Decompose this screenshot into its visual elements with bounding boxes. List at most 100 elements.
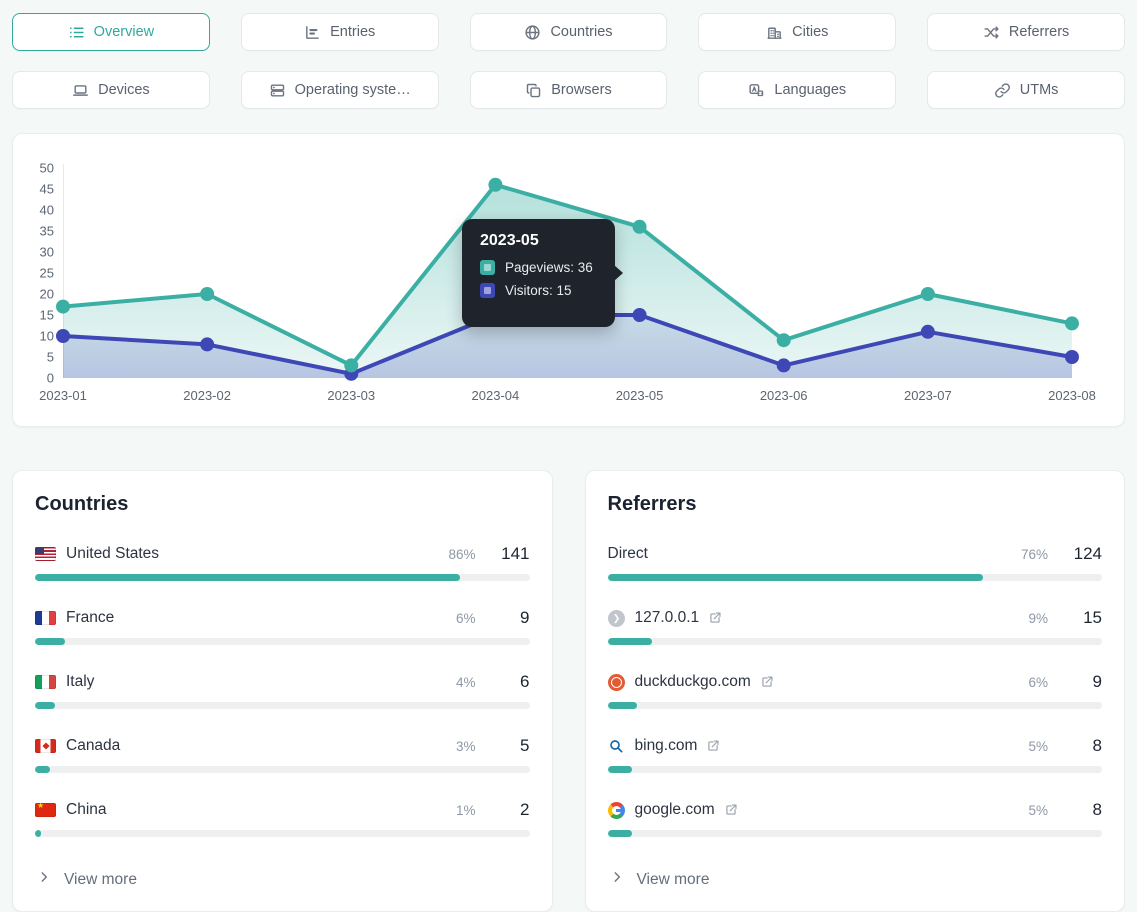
visitors-point-2023-01[interactable] (56, 329, 70, 343)
y-axis-tick: 40 (40, 203, 54, 218)
referrer-row: Direct76%124 (608, 544, 1103, 581)
pageviews-point-2023-02[interactable] (200, 287, 214, 301)
tab-label: Entries (330, 24, 375, 40)
tab-languages[interactable]: Languages (698, 71, 896, 109)
referrers-view-more-button[interactable]: View more (608, 864, 1103, 897)
visitors-point-2023-06[interactable] (777, 358, 791, 372)
tab-referrers[interactable]: Referrers (927, 13, 1125, 51)
row-value: 2 (486, 800, 530, 820)
row-percent: 5% (1002, 803, 1048, 818)
row-percent: 4% (430, 675, 476, 690)
summary-cards-row: Countries United States86%141France6%9It… (12, 470, 1125, 912)
row-value: 6 (486, 672, 530, 692)
row-percent: 76% (1002, 547, 1048, 562)
row-value: 5 (486, 736, 530, 756)
visitors-swatch-icon (480, 283, 495, 298)
y-axis-tick: 15 (40, 308, 54, 323)
countries-list: United States86%141France6%9Italy4%6Cana… (35, 544, 530, 837)
countrie-row: Italy 4% 6 (35, 672, 530, 709)
pageviews-point-2023-08[interactable] (1065, 316, 1079, 330)
windows-icon (525, 82, 542, 99)
referrers-card-title: Referrers (608, 493, 1103, 516)
progress-bar-fill (35, 638, 65, 645)
x-axis-tick: 2023-04 (472, 388, 520, 403)
chevron-right-icon (37, 870, 51, 889)
flag-ca-icon (35, 739, 56, 753)
x-axis-tick: 2023-07 (904, 388, 952, 403)
pageviews-point-2023-07[interactable] (921, 287, 935, 301)
tab-entries[interactable]: Entries (241, 13, 439, 51)
row-percent: 5% (1002, 739, 1048, 754)
row-percent: 9% (1002, 611, 1048, 626)
y-axis-tick: 45 (40, 182, 54, 197)
row-value: 8 (1058, 800, 1102, 820)
pageviews-point-2023-05[interactable] (633, 220, 647, 234)
external-link-icon[interactable] (708, 611, 722, 625)
x-axis-tick: 2023-02 (183, 388, 231, 403)
x-axis-tick: 2023-01 (39, 388, 87, 403)
referrers-list: Direct76%124127.0.0.19%15duckduckgo.com6… (608, 544, 1103, 837)
laptop-icon (72, 82, 89, 99)
y-axis-tick: 30 (40, 245, 54, 260)
server-icon (269, 82, 286, 99)
row-percent: 1% (430, 803, 476, 818)
row-label: Direct (608, 545, 648, 563)
tab-utms[interactable]: UTMs (927, 71, 1125, 109)
tab-label: Referrers (1009, 24, 1069, 40)
visitors-point-2023-08[interactable] (1065, 350, 1079, 364)
progress-bar-track (35, 766, 530, 773)
building-icon (766, 24, 783, 41)
y-axis-tick: 50 (40, 161, 54, 176)
tab-operating-syste[interactable]: Operating syste… (241, 71, 439, 109)
countries-card-title: Countries (35, 493, 530, 516)
progress-bar-fill (35, 702, 55, 709)
tooltip-pageviews-value: Pageviews: 36 (505, 260, 593, 275)
external-link-icon[interactable] (724, 803, 738, 817)
row-label: duckduckgo.com (635, 673, 751, 691)
referrers-card: Referrers Direct76%124127.0.0.19%15duckd… (585, 470, 1126, 912)
bing-favicon-icon (608, 738, 625, 755)
globe-icon (524, 24, 541, 41)
link-icon (994, 82, 1011, 99)
row-percent: 86% (430, 547, 476, 562)
tab-browsers[interactable]: Browsers (470, 71, 668, 109)
y-axis-tick: 5 (47, 350, 54, 365)
tab-overview[interactable]: Overview (12, 13, 210, 51)
pageviews-point-2023-01[interactable] (56, 300, 70, 314)
pageviews-swatch-icon (480, 260, 495, 275)
progress-bar-fill (608, 830, 633, 837)
pageviews-point-2023-04[interactable] (488, 178, 502, 192)
countries-view-more-button[interactable]: View more (35, 864, 530, 897)
progress-bar-track (608, 830, 1103, 837)
tab-devices[interactable]: Devices (12, 71, 210, 109)
row-label: google.com (635, 801, 715, 819)
countrie-row: China1%2 (35, 800, 530, 837)
visitors-point-2023-07[interactable] (921, 325, 935, 339)
visitors-point-2023-05[interactable] (633, 308, 647, 322)
visitors-chart-card: 051015202530354045502023-012023-022023-0… (12, 133, 1125, 427)
duckduckgo-favicon-icon (608, 674, 625, 691)
external-link-icon[interactable] (760, 675, 774, 689)
row-label: United States (66, 545, 159, 563)
countrie-row: Canada3%5 (35, 736, 530, 773)
progress-bar-track (608, 638, 1103, 645)
row-percent: 3% (430, 739, 476, 754)
y-axis-tick: 20 (40, 287, 54, 302)
visitors-point-2023-02[interactable] (200, 337, 214, 351)
row-label: Italy (66, 673, 94, 691)
external-link-icon[interactable] (706, 739, 720, 753)
flag-fr-icon (35, 611, 56, 625)
tab-countries[interactable]: Countries (470, 13, 668, 51)
x-axis-tick: 2023-08 (1048, 388, 1096, 403)
tab-label: Browsers (551, 82, 611, 98)
pageviews-point-2023-03[interactable] (344, 358, 358, 372)
row-label: 127.0.0.1 (635, 609, 700, 627)
row-value: 9 (1058, 672, 1102, 692)
tab-label: Operating syste… (295, 82, 411, 98)
pageviews-point-2023-06[interactable] (777, 333, 791, 347)
view-more-label: View more (64, 871, 137, 889)
tab-cities[interactable]: Cities (698, 13, 896, 51)
tab-label: Countries (550, 24, 612, 40)
referrer-row: bing.com5%8 (608, 736, 1103, 773)
progress-bar-track (608, 702, 1103, 709)
